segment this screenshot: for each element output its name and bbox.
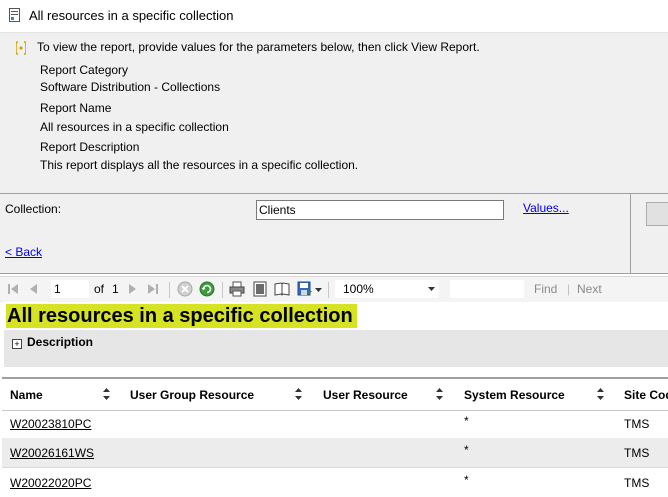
view-report-button[interactable] [646, 202, 668, 226]
description-label: Report Description [40, 140, 140, 154]
zoom-select[interactable]: 100% [335, 280, 439, 298]
window-title: All resources in a specific collection [29, 8, 234, 23]
instruction-text: To view the report, provide values for t… [37, 40, 480, 54]
system-resource-cell: * [464, 414, 469, 428]
column-header-system-resource[interactable]: System Resource [464, 388, 565, 402]
find-next-button[interactable]: Next [577, 282, 602, 296]
report-info-panel: To view the report, provide values for t… [0, 33, 668, 193]
column-header-user-group-resource[interactable]: User Group Resource [130, 388, 254, 402]
info-bracket-icon [16, 41, 26, 55]
page-total-value: 1 [112, 282, 119, 296]
refresh-icon[interactable] [199, 281, 215, 297]
back-link[interactable]: < Back [5, 245, 42, 259]
report-body: All resources in a specific collection +… [2, 302, 668, 493]
resource-name-link[interactable]: W20022020PC [10, 476, 91, 490]
site-code-cell: TMS [624, 417, 650, 431]
values-link[interactable]: Values... [523, 201, 569, 215]
sort-arrows-icon[interactable] [597, 387, 604, 401]
params-divider [630, 194, 631, 273]
category-value: Software Distribution - Collections [40, 80, 221, 94]
find-button[interactable]: Find [534, 282, 557, 296]
collection-input[interactable]: Clients [256, 200, 504, 220]
next-page-icon[interactable] [127, 282, 137, 296]
find-divider: | [567, 282, 571, 296]
print-icon[interactable] [229, 281, 245, 297]
find-input[interactable] [450, 280, 524, 298]
report-name-label: Report Name [40, 101, 112, 115]
sort-arrows-icon[interactable] [436, 387, 443, 401]
stop-icon[interactable] [177, 281, 193, 297]
last-page-icon[interactable] [147, 282, 159, 296]
page-of-label: of [94, 282, 105, 296]
zoom-value: 100% [343, 282, 374, 296]
page-setup-icon[interactable] [274, 281, 290, 297]
parameters-panel: Collection: Clients Values... < Back [0, 193, 668, 274]
sort-arrows-icon[interactable] [295, 387, 302, 401]
expand-plus-icon[interactable]: + [12, 339, 22, 349]
export-save-icon[interactable] [297, 281, 313, 297]
column-header-user-resource[interactable]: User Resource [323, 388, 408, 402]
toolbar-separator [328, 282, 329, 298]
system-resource-cell: * [464, 443, 469, 457]
chevron-down-icon [428, 287, 435, 291]
report-toolbar: 1 of 1 100% Find | Next [0, 276, 668, 303]
report-name-value: All resources in a specific collection [40, 120, 229, 134]
collection-label: Collection: [5, 202, 62, 216]
description-toggle-label: Description [27, 335, 94, 349]
description-section[interactable]: + Description [4, 330, 126, 367]
table-header: Name User Group Resource User Resource S… [2, 377, 668, 411]
table-row: W20026161WS * TMS [2, 438, 668, 468]
print-layout-icon[interactable] [252, 281, 268, 297]
export-dropdown-icon[interactable] [315, 282, 322, 296]
site-code-cell: TMS [624, 476, 650, 490]
current-page-value: 1 [54, 282, 61, 296]
site-code-cell: TMS [624, 446, 650, 460]
title-bar: All resources in a specific collection [0, 0, 668, 33]
column-header-site-code[interactable]: Site Code [624, 388, 668, 402]
report-document-icon [9, 8, 20, 22]
current-page-input[interactable]: 1 [51, 280, 89, 298]
report-title: All resources in a specific collection [6, 304, 357, 328]
category-label: Report Category [40, 63, 129, 77]
column-header-name[interactable]: Name [10, 388, 43, 402]
previous-page-icon[interactable] [29, 282, 39, 296]
resource-name-link[interactable]: W20023810PC [10, 417, 91, 431]
first-page-icon[interactable] [7, 282, 19, 296]
table-row: W20023810PC * TMS [2, 409, 668, 439]
resource-name-link[interactable]: W20026161WS [10, 446, 94, 460]
toolbar-separator [169, 282, 170, 298]
system-resource-cell: * [464, 473, 469, 487]
sort-arrows-icon[interactable] [103, 387, 110, 401]
toolbar-separator [222, 282, 223, 298]
description-area [125, 330, 668, 367]
description-value: This report displays all the resources i… [40, 158, 359, 172]
